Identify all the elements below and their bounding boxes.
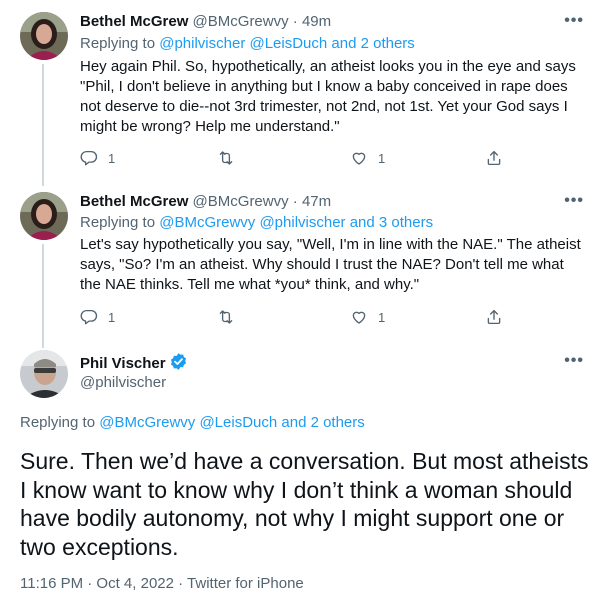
retweet-button[interactable]	[217, 307, 235, 327]
display-name[interactable]: Bethel McGrew	[80, 13, 188, 30]
avatar[interactable]	[20, 192, 68, 240]
reply-button[interactable]: 1	[80, 307, 115, 327]
tweet-text: Hey again Phil. So, hypothetically, an a…	[80, 58, 576, 135]
verified-badge-icon	[169, 352, 188, 377]
separator: ·	[292, 193, 298, 210]
display-name[interactable]: Bethel McGrew	[80, 193, 188, 210]
user-handle[interactable]: @BMcGrewvy	[193, 13, 289, 30]
share-icon	[487, 150, 501, 166]
tweet-text: Let's say hypothetically you say, "Well,…	[80, 236, 581, 293]
user-handle[interactable]: @philvischer	[80, 373, 166, 393]
reply-count: 1	[108, 150, 116, 166]
like-count: 1	[378, 150, 386, 166]
tweet-timestamp-source[interactable]: 11:16 PM · Oct 4, 2022 · Twitter for iPh…	[20, 574, 304, 594]
reply-icon	[80, 150, 98, 166]
tweet-actions: 1 1	[80, 307, 520, 327]
main-tweet-text: Sure. Then we’d have a conversation. But…	[20, 448, 589, 560]
like-icon	[352, 311, 366, 324]
thread-line	[42, 244, 44, 348]
like-button[interactable]: 1	[350, 148, 385, 168]
tweet-header: Bethel McGrew @BMcGrewvy · 49m	[80, 12, 331, 32]
replying-to-prefix: Replying to	[80, 35, 156, 52]
reply-icon	[80, 309, 98, 325]
separator: ·	[292, 13, 298, 30]
tweet-2[interactable]: Bethel McGrew @BMcGrewvy · 47m ••• Reply…	[0, 180, 604, 348]
avatar[interactable]	[20, 12, 68, 60]
replying-to-links[interactable]: @philvischer @LeisDuch and 2 others	[159, 35, 415, 52]
reply-button[interactable]: 1	[80, 148, 115, 168]
like-button[interactable]: 1	[350, 307, 385, 327]
share-button[interactable]	[485, 148, 503, 168]
display-name[interactable]: Phil Vischer	[80, 355, 166, 372]
tweet-1[interactable]: Bethel McGrew @BMcGrewvy · 49m ••• Reply…	[0, 0, 604, 186]
like-icon	[352, 152, 366, 165]
user-handle[interactable]: @BMcGrewvy	[193, 193, 289, 210]
retweet-button[interactable]	[217, 148, 235, 168]
share-button[interactable]	[485, 307, 503, 327]
more-icon[interactable]: •••	[564, 192, 584, 210]
share-icon	[487, 309, 501, 325]
timestamp[interactable]: 47m	[302, 193, 331, 210]
replying-to-links[interactable]: @BMcGrewvy @LeisDuch and 2 others	[99, 414, 365, 431]
replying-to: Replying to @BMcGrewvy @philvischer and …	[80, 213, 433, 233]
more-icon[interactable]: •••	[564, 12, 584, 30]
replying-to: Replying to @BMcGrewvy @LeisDuch and 2 o…	[20, 413, 365, 433]
avatar[interactable]	[20, 350, 68, 398]
reply-count: 1	[108, 309, 116, 325]
retweet-icon	[219, 151, 233, 165]
tweet-header: Bethel McGrew @BMcGrewvy · 47m	[80, 192, 331, 212]
more-icon[interactable]: •••	[564, 352, 584, 370]
thread-line	[42, 64, 44, 186]
replying-to-prefix: Replying to	[80, 214, 156, 231]
tweet-actions: 1 1	[80, 148, 520, 168]
retweet-icon	[219, 310, 233, 324]
like-count: 1	[378, 309, 386, 325]
replying-to-links[interactable]: @BMcGrewvy @philvischer and 3 others	[159, 214, 433, 231]
replying-to-prefix: Replying to	[20, 414, 96, 431]
replying-to: Replying to @philvischer @LeisDuch and 2…	[80, 34, 415, 54]
timestamp[interactable]: 49m	[302, 13, 331, 30]
